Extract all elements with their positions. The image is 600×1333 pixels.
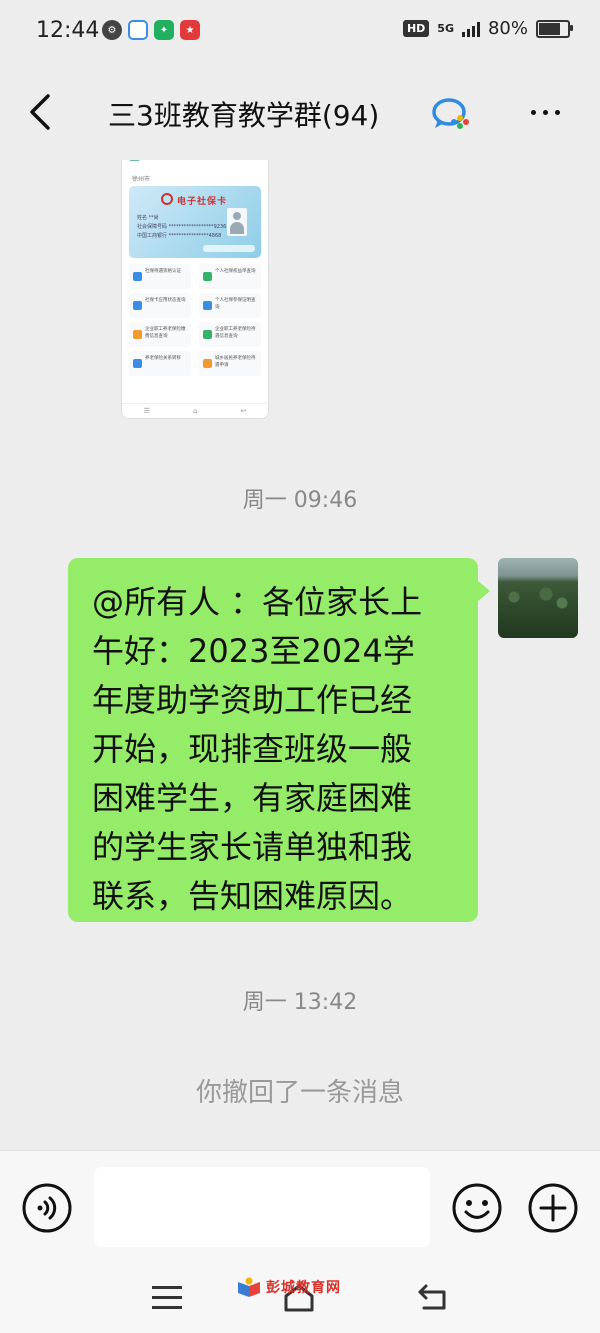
card-line: 中国工商银行 ****************4868 xyxy=(137,233,222,239)
system-nav-bar: 彭城教育网 xyxy=(0,1270,600,1333)
more-options-icon[interactable] xyxy=(520,94,570,130)
service-item: 企业职工养老保险待遇信息查询 xyxy=(215,327,256,339)
service-item: 养老保险关系转移 xyxy=(145,356,181,361)
battery-icon xyxy=(536,19,573,38)
battery-percent: 80% xyxy=(487,18,528,39)
mobile-notification-icon: ✦ xyxy=(154,20,174,40)
timestamp: 周一 13:42 xyxy=(242,990,358,1015)
recall-notice: 你撤回了一条消息 xyxy=(195,1078,404,1108)
screenshot-location: 徐州市 xyxy=(132,176,151,183)
status-bar: 12:44 ⚙ ✦ ★ HD 5G 80% xyxy=(0,0,600,64)
service-item: 社保卡应用状态查询 xyxy=(145,298,186,303)
app-notification-icon: ⚙ xyxy=(102,20,122,40)
input-bar xyxy=(0,1150,600,1271)
watermark: 彭城教育网 xyxy=(236,1276,341,1298)
wecom-icon xyxy=(432,98,469,129)
emoji-icon[interactable] xyxy=(452,1183,502,1233)
menu-icon[interactable] xyxy=(152,1286,182,1310)
chat-area[interactable]: ━━━ 徐州市 电子社保卡 姓名 **尚 社会保障号码 ************… xyxy=(0,160,600,1150)
network-type: 5G xyxy=(437,22,454,35)
service-item: 个人社保权益单查询 xyxy=(215,269,256,274)
chat-title: 三3班教育教学群(94) xyxy=(108,99,380,132)
back-arrow-icon[interactable] xyxy=(22,90,62,134)
watermark-text: 彭城教育网 xyxy=(266,1280,341,1296)
book-logo-icon xyxy=(238,1277,260,1297)
service-item: 个人社保参保证明查询 xyxy=(215,298,256,310)
user-avatar[interactable] xyxy=(498,558,578,638)
card-photo-icon xyxy=(227,208,247,236)
card-line: 姓名 **尚 xyxy=(137,215,159,221)
timestamp: 周一 09:46 xyxy=(242,488,358,513)
screenshot-tab: ━━━ xyxy=(130,160,140,164)
shared-screenshot-image[interactable]: ━━━ 徐州市 电子社保卡 姓名 **尚 社会保障号码 ************… xyxy=(122,160,268,418)
status-time: 12:44 xyxy=(36,18,100,43)
nav-back-icon[interactable] xyxy=(414,1282,454,1312)
browser-notification-icon xyxy=(128,20,148,40)
plus-icon[interactable] xyxy=(528,1183,578,1233)
screenshot-navbar: ☰ ⌂ ↩ xyxy=(122,403,268,418)
notification-icons: ⚙ ✦ ★ xyxy=(102,20,200,40)
shopping-notification-icon: ★ xyxy=(180,20,200,40)
message-bubble[interactable]: @所有人 ：各位家长上 午好：2023至2024学 年度助学资助工作已经 开始，… xyxy=(68,558,490,922)
message-line: 联系，告知困难原因。 xyxy=(92,877,413,915)
message-line: 困难学生，有家庭困难 xyxy=(92,779,413,817)
message-line: @所有人 ：各位家长上 xyxy=(92,583,423,621)
message-line: 的学生家长请单独和我 xyxy=(92,828,413,866)
chat-header: 三3班教育教学群(94) xyxy=(0,64,600,160)
card-title: 电子社保卡 xyxy=(177,197,228,207)
message-line: 开始，现排查班级一般 xyxy=(92,730,413,768)
message-line: 年度助学资助工作已经 xyxy=(92,681,413,719)
hd-badge: HD xyxy=(402,20,430,37)
card-qr-bar xyxy=(203,245,255,252)
voice-icon[interactable] xyxy=(22,1183,72,1233)
social-security-card: 电子社保卡 姓名 **尚 社会保障号码 ******************92… xyxy=(129,186,261,258)
card-logo-icon xyxy=(161,193,173,205)
service-item: 城乡居民养老保险待遇申请 xyxy=(215,356,256,368)
card-line: 社会保障号码 ******************9236 xyxy=(137,224,227,230)
signal-icon xyxy=(461,21,480,37)
service-item: 社保待遇资格认证 xyxy=(145,269,181,274)
status-right: HD 5G 80% xyxy=(402,18,573,39)
battery-fill xyxy=(539,22,560,35)
service-item: 企业职工养老保险缴费信息查询 xyxy=(145,327,186,339)
message-line: 午好：2023至2024学 xyxy=(92,632,415,670)
message-input[interactable] xyxy=(94,1167,430,1247)
